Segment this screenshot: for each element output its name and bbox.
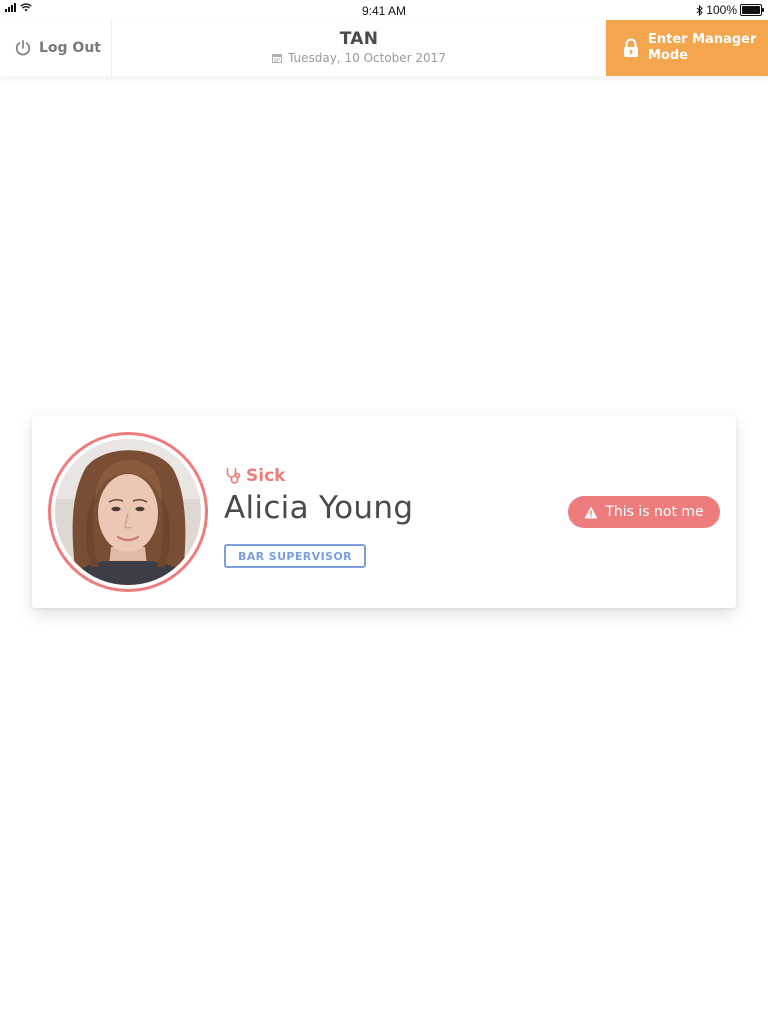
battery-icon (740, 4, 764, 16)
avatar-portrait (55, 439, 201, 585)
date-label: Tuesday, 10 October 2017 (288, 51, 446, 65)
manager-label: Enter Manager Mode (648, 32, 756, 64)
status-time: 9:41 AM (361, 4, 407, 18)
employee-name: Alicia Young (224, 490, 414, 526)
role-badge: BAR SUPERVISOR (224, 544, 366, 568)
lock-icon (624, 38, 638, 57)
logout-label: Log Out (39, 40, 101, 56)
enter-manager-mode-button[interactable]: Enter Manager Mode (606, 20, 768, 76)
bluetooth-icon (696, 4, 704, 16)
calendar-icon (272, 54, 283, 63)
manager-label-line1: Enter Manager (648, 32, 757, 47)
stethoscope-icon (226, 467, 241, 484)
not-me-button[interactable]: This is not me (568, 496, 720, 528)
battery-percent: 100% (706, 3, 737, 17)
not-me-label: This is not me (605, 504, 704, 520)
sick-status: Sick (225, 466, 285, 486)
manager-label-line2: Mode (648, 48, 688, 63)
status-bar: 9:41 AM 100% (0, 0, 768, 20)
warning-icon (584, 506, 598, 518)
employee-card: Sick Alicia Young BAR SUPERVISOR This is… (32, 416, 736, 608)
date-display: Tuesday, 10 October 2017 (112, 51, 606, 65)
header-center: TAN Tuesday, 10 October 2017 (112, 20, 606, 76)
power-icon (15, 39, 31, 56)
avatar (55, 439, 201, 585)
location-title: TAN (339, 29, 379, 49)
avatar-ring (48, 432, 208, 592)
status-label: Sick (246, 466, 286, 486)
logout-button[interactable]: Log Out (0, 20, 112, 76)
top-header: Log Out TAN Tuesday, 10 October 2017 Ent (0, 20, 768, 76)
status-right: 100% (696, 3, 764, 17)
